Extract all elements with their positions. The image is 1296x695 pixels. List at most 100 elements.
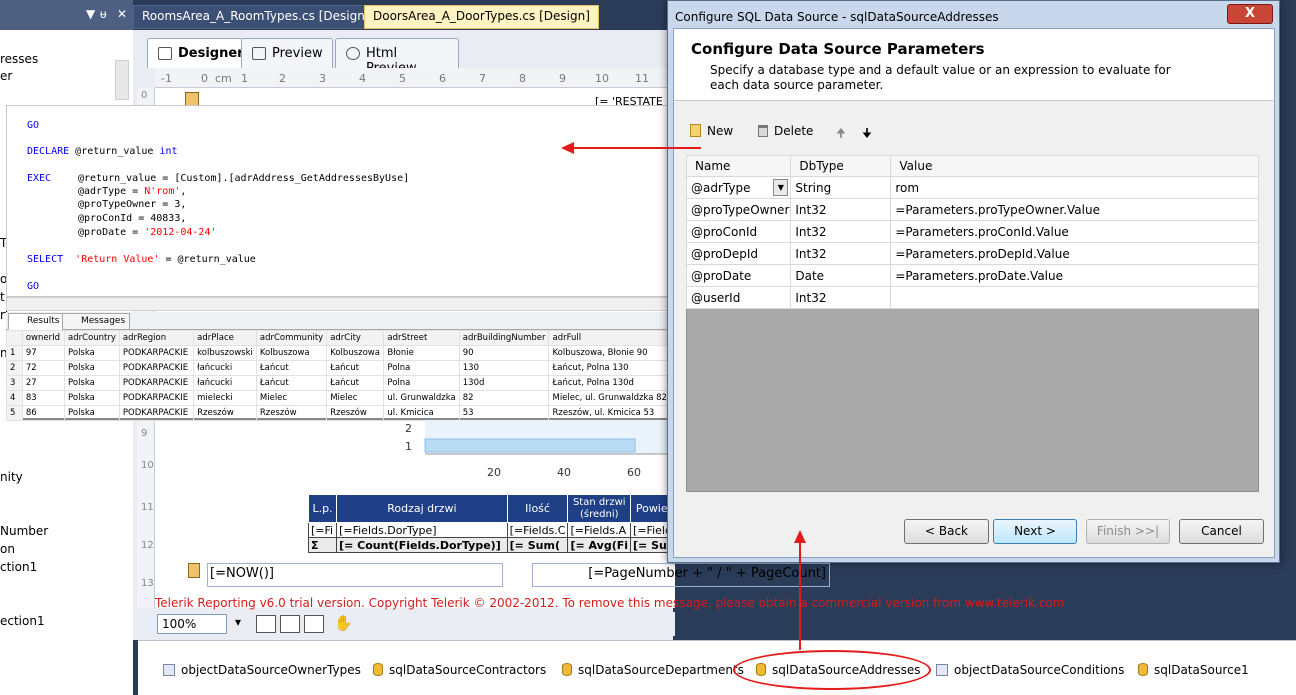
results-row[interactable]: 2 72 Polska PODKARPACKIE łańcucki Łańcut Łańcu… xyxy=(6,360,671,376)
tab-messages[interactable]: Messages xyxy=(62,313,131,330)
tab-results[interactable]: Results xyxy=(8,313,65,330)
footer-page-textbox[interactable]: [=PageNumber + " / " + PageCount] xyxy=(532,563,830,587)
results-cell[interactable]: kolbuszowski xyxy=(193,345,257,361)
results-cell[interactable]: 53 xyxy=(458,405,550,421)
tree-item[interactable]: er xyxy=(0,69,12,83)
tree-item[interactable]: resses xyxy=(0,52,38,66)
parameter-name-cell[interactable]: @adrType ▼ xyxy=(685,176,792,199)
results-cell[interactable]: Kolbuszowa xyxy=(326,345,385,361)
parameter-value-cell[interactable]: =Parameters.proTypeOwner.Value xyxy=(890,198,1259,221)
tree-item[interactable]: on xyxy=(0,542,15,556)
results-cell[interactable]: Kolbuszowa, Błonie 90 xyxy=(548,345,671,361)
tab-designer[interactable]: Designer xyxy=(147,38,244,68)
tree-item[interactable]: ection1 xyxy=(0,614,45,628)
sql-horizontal-scrollbar[interactable] xyxy=(6,297,671,311)
results-cell[interactable]: mielecki xyxy=(193,390,257,406)
results-cell[interactable]: Polska xyxy=(64,345,120,361)
tray-object-conditions[interactable]: objectDataSourceConditions xyxy=(936,663,1124,677)
parameter-value-cell[interactable] xyxy=(890,286,1259,309)
parameter-row[interactable]: @proDepId Int32 =Parameters.proDepId.Value xyxy=(685,242,1259,265)
results-cell[interactable]: PODKARPACKIE xyxy=(118,375,195,391)
tree-item[interactable]: nity xyxy=(0,470,23,484)
results-cell[interactable]: Mielec, ul. Grunwaldzka 82 xyxy=(548,390,671,406)
results-cell[interactable]: 83 xyxy=(21,390,66,406)
parameter-name-cell[interactable]: @proDepId xyxy=(685,242,792,265)
report-cell[interactable]: [=Fields.A xyxy=(567,522,632,538)
parameter-row[interactable]: @proConId Int32 =Parameters.proConId.Value xyxy=(685,220,1259,243)
tree-item[interactable]: ction1 xyxy=(0,560,37,574)
parameter-value-cell[interactable]: =Parameters.proConId.Value xyxy=(890,220,1259,243)
parameter-name-cell[interactable]: @proTypeOwner xyxy=(685,198,792,221)
hand-tool-icon[interactable]: ✋ xyxy=(334,614,353,632)
tab-doortypes[interactable]: DoorsArea_A_DoorTypes.cs [Design] xyxy=(364,5,599,29)
results-cell[interactable]: łańcucki xyxy=(193,360,257,376)
results-cell[interactable]: ul. Grunwaldzka xyxy=(383,390,460,406)
results-cell[interactable]: Kolbuszowa xyxy=(255,345,328,361)
parameter-type-cell[interactable]: Int32 xyxy=(790,242,892,265)
delete-parameter-button[interactable]: Delete xyxy=(758,124,813,138)
grid-view-icon[interactable] xyxy=(256,615,276,633)
zoom-dropdown-icon[interactable]: ▾ xyxy=(235,615,241,629)
ruler-view-icon[interactable] xyxy=(304,615,324,633)
results-cell[interactable]: Polna xyxy=(383,375,460,391)
results-cell[interactable]: 130d xyxy=(458,375,550,391)
results-cell[interactable]: Łańcut xyxy=(326,375,385,391)
new-parameter-button[interactable]: New xyxy=(690,124,733,138)
results-cell[interactable]: Polska xyxy=(64,390,120,406)
parameter-row[interactable]: @proDate Date =Parameters.proDate.Value xyxy=(685,264,1259,287)
row-number[interactable]: 1 xyxy=(6,345,23,361)
results-cell[interactable]: 97 xyxy=(21,345,66,361)
parameter-table[interactable]: Name DbType Value @adrType ▼ String rom @pro… xyxy=(685,155,1259,309)
tree-item[interactable]: Number xyxy=(0,524,48,538)
tray-object-owner-types[interactable]: objectDataSourceOwnerTypes xyxy=(163,663,361,677)
parameter-type-cell[interactable]: Int32 xyxy=(790,286,892,309)
tray-sql-contractors[interactable]: sqlDataSourceContractors xyxy=(373,663,546,677)
results-cell[interactable]: Błonie xyxy=(383,345,460,361)
results-cell[interactable]: 90 xyxy=(458,345,550,361)
results-cell[interactable]: ul. Kmicica xyxy=(383,405,460,421)
results-cell[interactable]: PODKARPACKIE xyxy=(118,405,195,421)
results-cell[interactable]: Łańcut, Polna 130 xyxy=(548,360,671,376)
parameter-name-cell[interactable]: @proConId xyxy=(685,220,792,243)
results-cell[interactable]: łańcucki xyxy=(193,375,257,391)
parameter-value-cell[interactable]: rom xyxy=(890,176,1259,199)
results-cell[interactable]: Rzeszów xyxy=(255,405,328,421)
dropdown-icon[interactable]: ▼ xyxy=(86,7,95,21)
back-button[interactable]: < Back xyxy=(904,519,989,544)
results-cell[interactable]: Polna xyxy=(383,360,460,376)
tab-preview[interactable]: Preview xyxy=(241,38,333,68)
report-cell[interactable]: [= Sum( xyxy=(506,537,569,553)
results-cell[interactable]: 86 xyxy=(21,405,66,421)
cancel-button[interactable]: Cancel xyxy=(1179,519,1264,544)
close-icon[interactable]: ✕ xyxy=(117,7,127,21)
parameter-value-cell[interactable]: =Parameters.proDate.Value xyxy=(890,264,1259,287)
pin-icon[interactable]: ᵾ xyxy=(100,7,107,21)
sql-query-editor[interactable]: GO DECLARE @return_value int EXEC @retur… xyxy=(6,105,681,297)
results-cell[interactable]: Rzeszów, ul. Kmicica 53 xyxy=(548,405,671,421)
parameter-name-cell[interactable]: @proDate xyxy=(685,264,792,287)
results-row[interactable]: 4 83 Polska PODKARPACKIE mielecki Mielec Miele… xyxy=(6,390,671,406)
report-cell[interactable]: [=Fields.DorType] xyxy=(336,522,508,538)
dropdown-arrow-icon[interactable]: ▼ xyxy=(773,179,789,196)
report-cell[interactable]: Σ xyxy=(307,537,338,553)
parameter-type-cell[interactable]: Date xyxy=(790,264,892,287)
report-cell[interactable]: [= Count(Fields.DorType)] xyxy=(336,537,508,553)
results-cell[interactable]: Łańcut xyxy=(255,375,328,391)
results-cell[interactable]: PODKARPACKIE xyxy=(118,390,195,406)
results-cell[interactable]: 82 xyxy=(458,390,550,406)
results-cell[interactable]: 72 xyxy=(21,360,66,376)
tray-sql-datasource1[interactable]: sqlDataSource1 xyxy=(1138,663,1249,677)
results-cell[interactable]: Rzeszów xyxy=(193,405,257,421)
parameter-row[interactable]: @adrType ▼ String rom xyxy=(685,176,1259,199)
results-cell[interactable]: Łańcut, Polna 130d xyxy=(548,375,671,391)
results-row[interactable]: 1 97 Polska PODKARPACKIE kolbuszowski Kolbusz… xyxy=(6,345,671,361)
results-cell[interactable]: Polska xyxy=(64,360,120,376)
parameter-value-cell[interactable]: =Parameters.proDepId.Value xyxy=(890,242,1259,265)
report-bar-chart[interactable]: 2 1 20 40 60 xyxy=(405,420,670,485)
zoom-select[interactable]: 100% xyxy=(157,614,227,634)
move-up-button[interactable]: 🠉 xyxy=(836,124,846,145)
next-button[interactable]: Next > xyxy=(993,519,1077,544)
report-table[interactable]: L.p. Rodzaj drzwi Ilość Stan drzwi (śred… xyxy=(307,494,678,553)
results-cell[interactable]: Polska xyxy=(64,375,120,391)
row-number[interactable]: 3 xyxy=(6,375,23,391)
